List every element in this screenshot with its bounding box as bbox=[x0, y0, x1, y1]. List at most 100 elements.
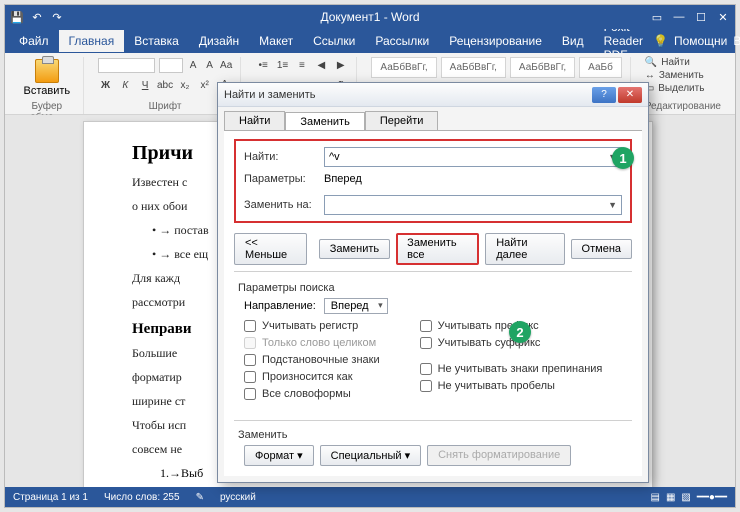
direction-select[interactable]: Вперед bbox=[324, 298, 388, 314]
status-page[interactable]: Страница 1 из 1 bbox=[13, 492, 88, 503]
dialog-tabs: Найти Заменить Перейти bbox=[218, 107, 648, 130]
underline-icon[interactable]: Ч bbox=[137, 77, 153, 93]
find-next-button[interactable]: Найти далее bbox=[485, 233, 564, 265]
tab-view[interactable]: Вид bbox=[552, 30, 594, 52]
dialog-close-button[interactable]: ✕ bbox=[618, 87, 642, 103]
style-normal[interactable]: АаБбВвГг, bbox=[371, 57, 436, 78]
dialog-body: 1 Найти: ^v▼ Параметры: Вперед Заменить … bbox=[224, 130, 642, 476]
tab-references[interactable]: Ссылки bbox=[303, 30, 365, 52]
tell-me-icon[interactable]: 💡 bbox=[653, 34, 668, 48]
dialog-tab-replace[interactable]: Заменить bbox=[285, 112, 364, 131]
params-label: Параметры: bbox=[244, 173, 318, 185]
maximize-icon[interactable]: ☐ bbox=[695, 11, 707, 23]
paste-button[interactable]: Вставить bbox=[19, 57, 75, 99]
style-nospace[interactable]: АаБбВвГг, bbox=[441, 57, 506, 78]
superscript-icon[interactable]: x² bbox=[197, 77, 213, 93]
replace-icon: ↔ bbox=[645, 70, 655, 81]
tab-design[interactable]: Дизайн bbox=[189, 30, 249, 52]
italic-icon[interactable]: К bbox=[117, 77, 133, 93]
tab-layout[interactable]: Макет bbox=[249, 30, 303, 52]
less-button[interactable]: << Меньше bbox=[234, 233, 307, 265]
chk-wildcards[interactable]: Подстановочные знаки bbox=[244, 354, 380, 366]
save-icon[interactable]: 💾 bbox=[11, 11, 23, 23]
chk-ignore-punct[interactable]: Не учитывать знаки препинания bbox=[420, 363, 603, 375]
view-web-icon[interactable]: ▧ bbox=[681, 492, 690, 503]
find-icon: 🔍 bbox=[645, 57, 657, 68]
dialog-tab-goto[interactable]: Перейти bbox=[365, 111, 439, 130]
indent-inc-icon[interactable]: ▶ bbox=[333, 57, 348, 73]
cancel-button[interactable]: Отмена bbox=[571, 239, 632, 259]
bullets-icon[interactable]: •≡ bbox=[255, 57, 270, 73]
font-size-combo[interactable] bbox=[159, 58, 183, 73]
chk-word-forms[interactable]: Все словоформы bbox=[244, 388, 380, 400]
titlebar: 💾 ↶ ↷ Документ1 - Word ▭ — ☐ ✕ bbox=[5, 5, 735, 29]
dialog-titlebar[interactable]: Найти и заменить ? ✕ bbox=[218, 83, 648, 107]
style-heading1[interactable]: АаБбВвГг, bbox=[510, 57, 575, 78]
style-heading2[interactable]: АаБб bbox=[579, 57, 622, 78]
close-window-icon[interactable]: ✕ bbox=[717, 11, 729, 23]
find-button[interactable]: 🔍Найти bbox=[645, 57, 721, 68]
group-clipboard: Вставить Буфер обме… bbox=[11, 57, 84, 114]
strike-icon[interactable]: abc bbox=[157, 77, 173, 93]
badge-one: 1 bbox=[612, 147, 634, 169]
format-button[interactable]: Формат ▾ bbox=[244, 445, 314, 466]
replace-all-button[interactable]: Заменить все bbox=[396, 233, 479, 265]
change-case-icon[interactable]: Aa bbox=[220, 57, 233, 73]
multilevel-icon[interactable]: ≡ bbox=[294, 57, 309, 73]
shrink-font-icon[interactable]: A bbox=[203, 57, 216, 73]
tab-home[interactable]: Главная bbox=[59, 30, 125, 52]
replace-with-input[interactable]: ▼ bbox=[324, 195, 622, 215]
select-button[interactable]: ▭Выделить bbox=[645, 83, 721, 94]
chk-ignore-space[interactable]: Не учитывать пробелы bbox=[420, 380, 603, 392]
find-label: Найти: bbox=[244, 151, 318, 163]
clear-format-button: Снять форматирование bbox=[427, 445, 571, 466]
minimize-icon[interactable]: — bbox=[673, 11, 685, 23]
numbering-icon[interactable]: 1≡ bbox=[275, 57, 290, 73]
ribbon-options-icon[interactable]: ▭ bbox=[651, 11, 663, 23]
chevron-down-icon[interactable]: ▼ bbox=[608, 200, 617, 210]
checks-left-col: Учитывать регистр Только слово целиком П… bbox=[244, 320, 380, 400]
special-button[interactable]: Специальный ▾ bbox=[320, 445, 421, 466]
subscript-icon[interactable]: x₂ bbox=[177, 77, 193, 93]
params-value: Вперед bbox=[324, 173, 362, 185]
replace-button[interactable]: ↔Заменить bbox=[645, 70, 721, 81]
undo-icon[interactable]: ↶ bbox=[31, 11, 43, 23]
clipboard-icon bbox=[35, 59, 59, 83]
badge-two: 2 bbox=[509, 321, 531, 343]
search-params-group: Параметры поиска Направление: Вперед Учи… bbox=[234, 271, 632, 400]
tab-review[interactable]: Рецензирование bbox=[439, 30, 552, 52]
redo-icon[interactable]: ↷ bbox=[51, 11, 63, 23]
search-params-title: Параметры поиска bbox=[238, 282, 632, 294]
chk-sounds-like[interactable]: Произносится как bbox=[244, 371, 380, 383]
group-font-label: Шрифт bbox=[98, 101, 233, 112]
zoom-slider[interactable]: ━━●━━ bbox=[697, 492, 727, 503]
window-title: Документ1 - Word bbox=[320, 10, 419, 24]
chk-match-case[interactable]: Учитывать регистр bbox=[244, 320, 380, 332]
indent-dec-icon[interactable]: ◀ bbox=[314, 57, 329, 73]
tab-file[interactable]: Файл bbox=[9, 30, 59, 52]
view-read-icon[interactable]: ▤ bbox=[651, 492, 660, 503]
status-words[interactable]: Число слов: 255 bbox=[104, 492, 180, 503]
help-label[interactable]: Помощни bbox=[674, 34, 727, 48]
dialog-help-button[interactable]: ? bbox=[592, 87, 616, 103]
ribbon-tabs: Файл Главная Вставка Дизайн Макет Ссылки… bbox=[5, 29, 735, 53]
statusbar: Страница 1 из 1 Число слов: 255 ✎ русски… bbox=[5, 487, 735, 507]
replace-format-section: Заменить Формат ▾ Специальный ▾ Снять фо… bbox=[234, 420, 632, 466]
view-print-icon[interactable]: ▦ bbox=[666, 492, 675, 503]
status-proof-icon[interactable]: ✎ bbox=[196, 492, 204, 503]
paste-label: Вставить bbox=[24, 85, 71, 97]
status-lang[interactable]: русский bbox=[220, 492, 256, 503]
dialog-title: Найти и заменить bbox=[224, 89, 315, 101]
replace-with-label: Заменить на: bbox=[244, 199, 318, 211]
find-input[interactable]: ^v▼ bbox=[324, 147, 622, 167]
tab-mailings[interactable]: Рассылки bbox=[365, 30, 439, 52]
replace-one-button[interactable]: Заменить bbox=[319, 239, 390, 259]
signin-label[interactable]: Вход bbox=[733, 34, 740, 48]
bold-icon[interactable]: Ж bbox=[98, 77, 114, 93]
dialog-tab-find[interactable]: Найти bbox=[224, 111, 285, 130]
grow-font-icon[interactable]: A bbox=[187, 57, 200, 73]
callout-box-1: 1 Найти: ^v▼ Параметры: Вперед Заменить … bbox=[234, 139, 632, 223]
direction-label: Направление: bbox=[244, 300, 316, 312]
font-name-combo[interactable] bbox=[98, 58, 155, 73]
tab-insert[interactable]: Вставка bbox=[124, 30, 189, 52]
